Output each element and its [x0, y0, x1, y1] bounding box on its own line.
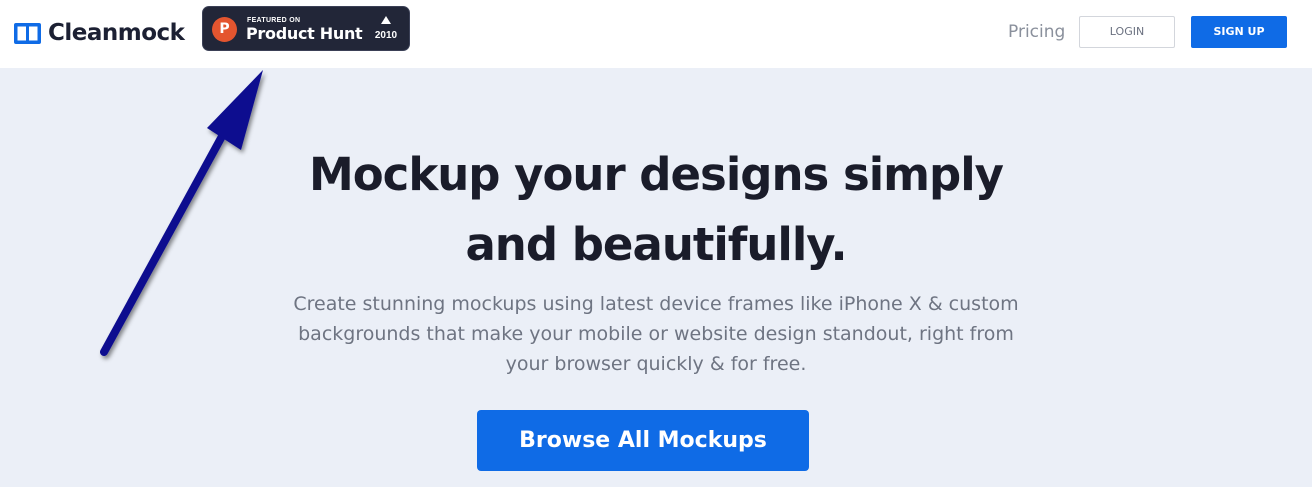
- page: Cleanmock P FEATURED ON Product Hunt 201…: [0, 0, 1312, 487]
- logo-text: Cleanmock: [48, 20, 185, 46]
- signup-button[interactable]: SIGN UP: [1191, 16, 1287, 48]
- upvote-triangle-icon: [381, 16, 391, 24]
- cleanmock-logo-icon: [14, 22, 41, 44]
- hero-title-line-2: and beautifully.: [465, 218, 847, 271]
- cleanmock-logo[interactable]: Cleanmock: [14, 18, 185, 48]
- nav-pricing-link[interactable]: Pricing: [1008, 22, 1065, 42]
- site-header: Cleanmock P FEATURED ON Product Hunt 201…: [0, 0, 1312, 68]
- hero-subtitle-line-3: your browser quickly & for free.: [505, 353, 807, 375]
- hero-title: Mockup your designs simply and beautiful…: [256, 140, 1056, 280]
- hero-subtitle: Create stunning mockups using latest dev…: [266, 289, 1046, 379]
- hero-subtitle-line-2: backgrounds that make your mobile or web…: [298, 323, 1014, 345]
- product-hunt-badge[interactable]: P FEATURED ON Product Hunt 2010: [202, 6, 410, 51]
- hero-title-line-1: Mockup your designs simply: [308, 148, 1004, 201]
- product-hunt-logo-icon: P: [212, 17, 237, 42]
- login-button[interactable]: LOGIN: [1079, 16, 1175, 48]
- browse-all-mockups-button[interactable]: Browse All Mockups: [477, 410, 809, 471]
- product-hunt-upvote-count: 2010: [374, 30, 398, 41]
- product-hunt-name: Product Hunt: [246, 24, 363, 43]
- hero-subtitle-line-1: Create stunning mockups using latest dev…: [293, 293, 1019, 315]
- product-hunt-featured-label: FEATURED ON: [247, 17, 301, 24]
